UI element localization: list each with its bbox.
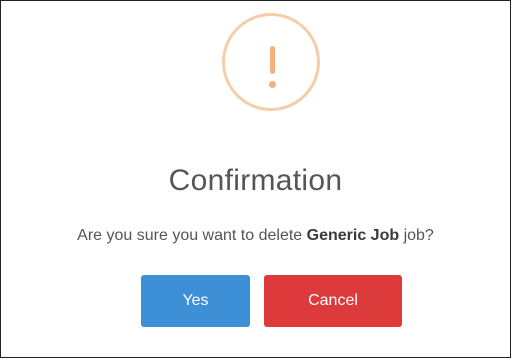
- message-prefix: Are you sure you want to delete: [77, 227, 303, 244]
- yes-button[interactable]: Yes: [141, 275, 250, 327]
- exclamation-bar: [269, 46, 275, 74]
- exclamation-dot: [268, 81, 276, 88]
- message-suffix: job?: [403, 227, 434, 244]
- dialog-title: Confirmation: [168, 164, 343, 197]
- cancel-button[interactable]: Cancel: [264, 275, 402, 327]
- confirmation-dialog: Confirmation Are you sure you want to de…: [0, 0, 511, 358]
- item-name: Generic Job: [306, 227, 400, 244]
- exclamation-warning-icon: [222, 13, 320, 111]
- dialog-message: Are you sure you want to delete Generic …: [1, 225, 510, 247]
